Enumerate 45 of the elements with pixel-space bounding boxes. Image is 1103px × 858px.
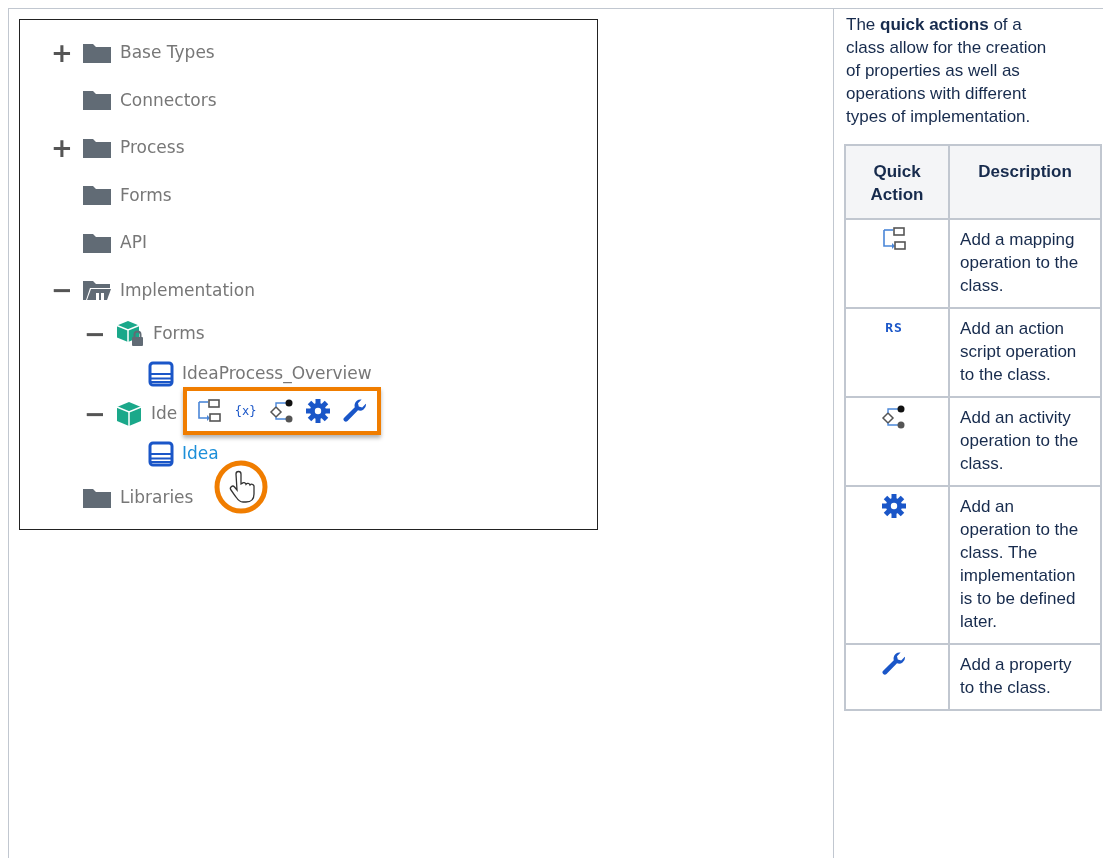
- description-cell: Add a mapping operation to the class.: [949, 219, 1101, 308]
- folder-icon: [82, 89, 112, 112]
- script-icon: RS: [885, 320, 903, 335]
- folder-icon: [82, 136, 112, 159]
- tree-label[interactable]: Process: [120, 135, 185, 161]
- description-cell: Add a property to the class.: [949, 644, 1101, 710]
- pointer-highlight-drawing: [212, 458, 270, 516]
- wrench-action-button[interactable]: [341, 398, 368, 424]
- collapse-toggle[interactable]: −: [83, 401, 107, 427]
- column-header: Description: [949, 145, 1101, 219]
- tree-label[interactable]: Connectors: [120, 87, 217, 113]
- folder-icon: [82, 231, 112, 254]
- tree-link[interactable]: Idea: [182, 441, 219, 467]
- activity-action-button[interactable]: [268, 398, 295, 424]
- intro-paragraph: The quick actions of a class allow for the creation of properties as well as operations with different types of implementation.: [846, 14, 1048, 128]
- folder-icon: [82, 486, 112, 509]
- settings-icon: [881, 493, 908, 519]
- description-cell: Add an action script operation to the class.: [949, 308, 1101, 397]
- folder-icon: [82, 184, 112, 207]
- tree-label[interactable]: Ide: [151, 401, 178, 427]
- expand-toggle[interactable]: +: [50, 39, 74, 66]
- collapse-toggle[interactable]: −: [83, 321, 107, 347]
- script-action-button[interactable]: {x}: [232, 398, 259, 424]
- tree-label[interactable]: IdeaProcess_Overview: [182, 361, 372, 387]
- description-cell: Add an operation to the class. The implementation is to be defined later.: [949, 486, 1101, 644]
- locked-cube-icon: [115, 320, 145, 348]
- folder-icon: [82, 41, 112, 64]
- mapping-icon: [881, 226, 908, 251]
- mapping-action-button[interactable]: [196, 398, 223, 424]
- form-icon: [148, 441, 174, 467]
- form-icon: [148, 361, 174, 387]
- cube-icon: [115, 401, 143, 427]
- column-header: Quick Action: [845, 145, 950, 219]
- tree-label[interactable]: Libraries: [120, 485, 194, 511]
- tree-label[interactable]: Implementation: [120, 277, 255, 303]
- expand-toggle[interactable]: +: [50, 134, 74, 161]
- tree-label[interactable]: Forms: [120, 182, 172, 208]
- tree-label[interactable]: API: [120, 230, 147, 256]
- gear-action-button[interactable]: [305, 398, 332, 424]
- description-cell: Add an activity operation to the class.: [949, 397, 1101, 486]
- tree-label[interactable]: Forms: [153, 321, 205, 347]
- collapse-toggle[interactable]: −: [50, 277, 74, 304]
- folder-icon: [82, 279, 112, 302]
- wrench-icon: [881, 651, 908, 677]
- tree-label[interactable]: Base Types: [120, 40, 215, 66]
